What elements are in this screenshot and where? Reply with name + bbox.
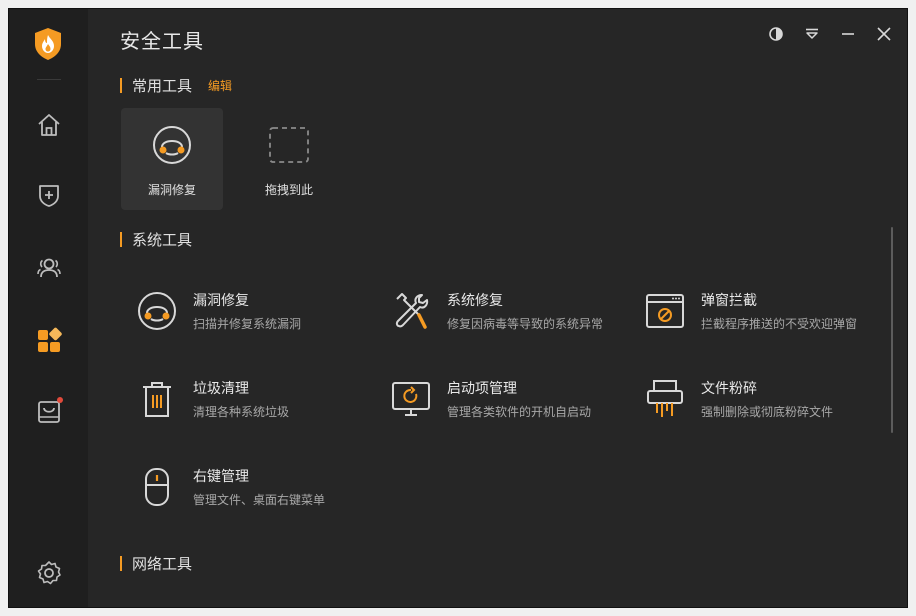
tool-text: 启动项管理 管理各类软件的开机自启动 [447,378,591,420]
tool-desc: 修复因病毒等导致的系统异常 [447,317,604,331]
quick-tool-label: 拖拽到此 [264,183,313,197]
startup-monitor-icon [392,382,430,416]
sidebar-item-users[interactable] [33,252,65,284]
tool-startup-manager[interactable]: 启动项管理 管理各类软件的开机自启动 [389,374,629,424]
section-title: 网络工具 [132,555,193,573]
section-accent-bar [120,232,122,247]
tools-icon [395,293,429,329]
tool-vulnerability-fix[interactable]: 漏洞修复 扫描并修复系统漏洞 [135,286,375,336]
sidebar-item-home[interactable] [33,109,65,141]
section-title: 系统工具 [132,231,193,249]
window-controls [767,25,893,43]
sidebar-item-store[interactable] [33,396,65,428]
theme-icon [769,27,783,41]
trash-icon [143,382,171,417]
notification-badge [57,397,63,403]
tool-popup-block[interactable]: 弹窗拦截 拦截程序推送的不受欢迎弹窗 [643,286,883,336]
tool-junk-clean[interactable]: 垃圾清理 清理各种系统垃圾 [135,374,375,424]
tool-desc: 管理各类软件的开机自启动 [447,405,592,419]
tool-text: 漏洞修复 扫描并修复系统漏洞 [193,290,301,332]
tool-text: 垃圾清理 清理各种系统垃圾 [193,378,289,420]
vulnerability-fix-icon [153,126,191,164]
tool-system-repair[interactable]: 系统修复 修复因病毒等导致的系统异常 [389,286,629,336]
main-panel: 安全工具 常用工具 编辑 漏洞修复 拖拽到此 系统工具 漏洞修复 扫描并修复系统… [88,9,907,607]
minimize-icon [842,33,854,35]
section-network-tools: 网络工具 [120,553,192,574]
sidebar [9,9,88,607]
close-button[interactable] [875,25,893,43]
app-window: 安全工具 常用工具 编辑 漏洞修复 拖拽到此 系统工具 漏洞修复 扫描并修复系统… [8,8,908,608]
tool-text: 弹窗拦截 拦截程序推送的不受欢迎弹窗 [701,290,857,332]
tool-name: 漏洞修复 [193,293,249,309]
section-accent-bar [120,556,122,571]
section-accent-bar [120,78,122,93]
tool-text: 文件粉碎 强制删除或彻底粉碎文件 [701,378,833,420]
sidebar-divider [37,79,61,80]
menu-button[interactable] [803,25,821,43]
close-icon [877,27,891,41]
section-system-tools: 系统工具 [120,229,192,250]
edit-link[interactable]: 编辑 [208,77,232,94]
sidebar-item-protect[interactable] [33,179,65,211]
tool-name: 弹窗拦截 [701,293,757,309]
scrollbar[interactable] [891,227,893,433]
shield-fire-logo [33,27,63,61]
tool-text: 右键管理 管理文件、桌面右键菜单 [193,466,325,508]
vulnerability-fix-icon [138,292,176,330]
theme-toggle-button[interactable] [767,25,785,43]
tool-name: 系统修复 [447,293,503,309]
section-common-tools: 常用工具 编辑 [120,75,232,96]
home-icon [38,114,60,136]
users-icon [37,258,61,278]
tool-desc: 清理各种系统垃圾 [193,405,290,419]
minimize-button[interactable] [839,25,857,43]
tool-name: 启动项管理 [447,381,517,397]
mouse-icon [145,468,169,506]
tool-file-shredder[interactable]: 文件粉碎 强制删除或彻底粉碎文件 [643,374,883,424]
gear-icon [37,561,61,585]
menu-icon [806,28,818,39]
tool-desc: 扫描并修复系统漏洞 [193,317,302,331]
drop-target-icon [269,127,309,163]
tool-desc: 管理文件、桌面右键菜单 [193,493,326,507]
shield-plus-icon [39,185,59,207]
shredder-icon [647,380,683,417]
apps-icon [38,327,62,352]
section-title: 常用工具 [132,77,193,95]
tool-desc: 拦截程序推送的不受欢迎弹窗 [701,317,858,331]
sidebar-item-tools[interactable] [33,325,65,357]
tool-name: 文件粉碎 [701,381,757,397]
page-title: 安全工具 [120,29,204,53]
tool-text: 系统修复 修复因病毒等导致的系统异常 [447,290,603,332]
quick-tool-drop-target[interactable]: 拖拽到此 [238,108,340,210]
quick-tool-vulnerability-fix[interactable]: 漏洞修复 [121,108,223,210]
quick-tool-label: 漏洞修复 [147,183,196,197]
tool-desc: 强制删除或彻底粉碎文件 [701,405,834,419]
sidebar-item-settings[interactable] [33,557,65,589]
popup-block-icon [646,294,684,328]
tool-name: 垃圾清理 [193,381,249,397]
tool-name: 右键管理 [193,469,249,485]
tool-context-menu[interactable]: 右键管理 管理文件、桌面右键菜单 [135,462,375,512]
